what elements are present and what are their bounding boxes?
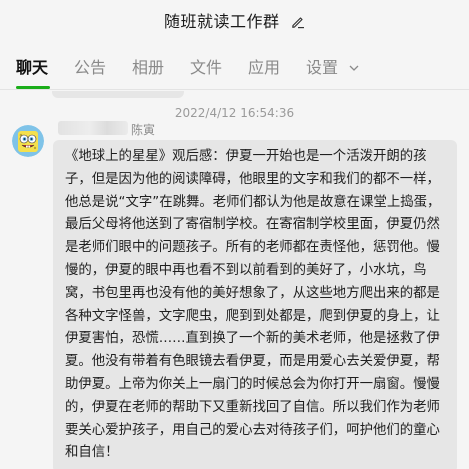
tab-announcements-label: 公告 <box>74 58 107 77</box>
tab-album-label: 相册 <box>132 58 165 77</box>
message-bubble[interactable]: 《地球上的星星》观后感：伊夏一开始也是一个活泼开朗的孩子，但是因为他的阅读障碍，… <box>53 140 457 469</box>
chevron-down-icon <box>349 56 359 75</box>
tab-settings[interactable]: 设置 <box>306 54 359 78</box>
chat-area[interactable]: 2022/4/12 16:54:36 陈寅 《地球上的星星》观后感：伊夏一开始也… <box>0 91 469 469</box>
tab-chat[interactable]: 聊天 <box>16 54 48 78</box>
tab-files-label: 文件 <box>190 58 223 77</box>
tab-bar: 聊天 公告 相册 文件 应用 设置 <box>0 46 469 90</box>
edit-pencil-icon[interactable] <box>291 14 305 33</box>
group-title[interactable]: 随班就读工作群 <box>0 8 469 33</box>
spongebob-avatar-icon <box>12 125 44 157</box>
tab-announcements[interactable]: 公告 <box>74 54 106 78</box>
tab-apps[interactable]: 应用 <box>248 54 280 78</box>
tab-settings-label: 设置 <box>306 58 339 77</box>
message-text: 《地球上的星星》观后感：伊夏一开始也是一个活泼开朗的孩子，但是因为他的阅读障碍，… <box>65 149 441 461</box>
previous-message-bubble <box>52 91 184 98</box>
active-tab-indicator <box>16 86 50 89</box>
sender-name: 陈寅 <box>131 123 156 137</box>
tab-files[interactable]: 文件 <box>190 54 222 78</box>
title-bar: 随班就读工作群 <box>0 0 469 38</box>
tab-chat-label: 聊天 <box>16 58 49 77</box>
tab-album[interactable]: 相册 <box>132 54 164 78</box>
group-title-label: 随班就读工作群 <box>163 12 280 31</box>
sender-name-redacted <box>58 121 128 135</box>
tab-apps-label: 应用 <box>248 58 281 77</box>
message-timestamp: 2022/4/12 16:54:36 <box>174 106 295 120</box>
avatar[interactable] <box>12 125 44 157</box>
